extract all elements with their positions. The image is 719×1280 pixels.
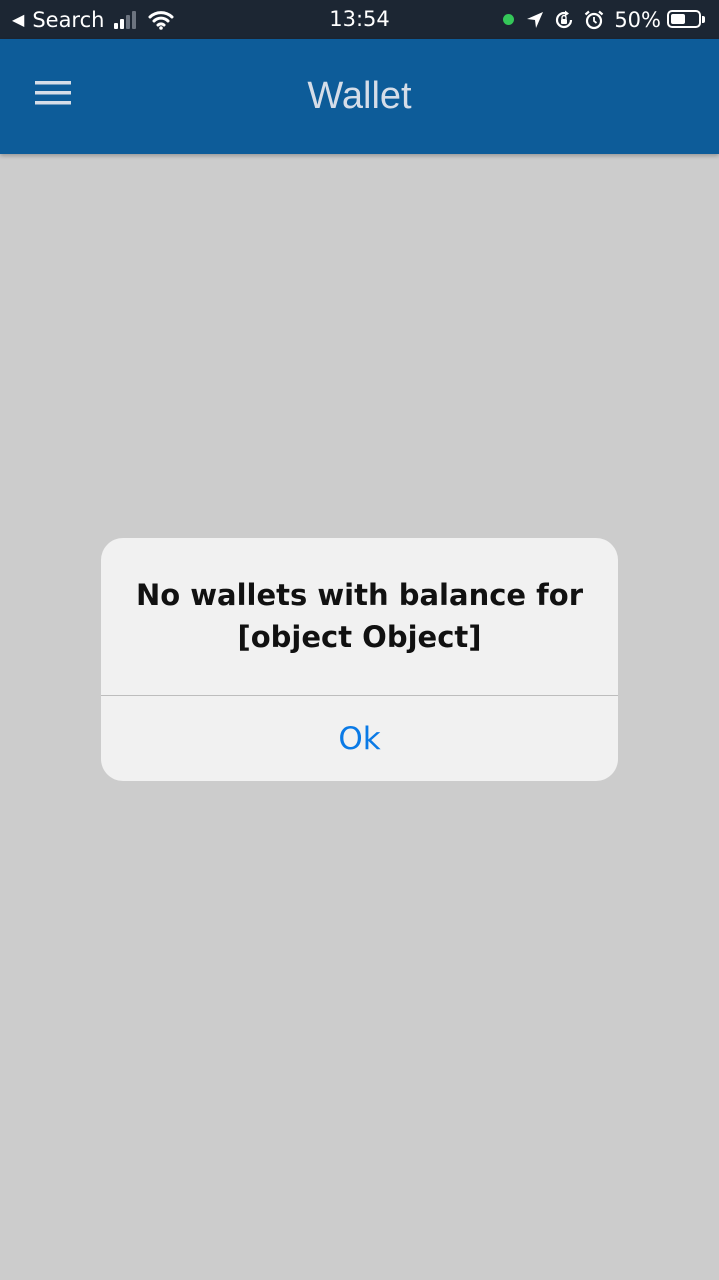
rotation-lock-icon — [554, 10, 574, 30]
status-left: ◀ Search — [12, 0, 174, 39]
wifi-icon — [148, 10, 174, 30]
battery-percent: 50% — [614, 7, 661, 32]
mic-in-use-dot-icon — [503, 14, 515, 25]
ok-button[interactable]: Ok — [101, 696, 618, 781]
alert-message-line-1: No wallets with balance for — [135, 578, 584, 612]
page-title: Wallet — [307, 75, 412, 117]
status-right: 50% — [503, 0, 707, 39]
alarm-icon — [584, 10, 604, 30]
alert-message-line-2: [object Object] — [237, 620, 482, 654]
hamburger-menu-icon — [35, 81, 71, 105]
app-bar: Wallet — [0, 39, 719, 154]
alert-dialog: No wallets with balance for [object Obje… — [101, 538, 618, 781]
cellular-signal-icon — [114, 10, 138, 29]
location-arrow-icon — [526, 11, 544, 29]
back-arrow-icon[interactable]: ◀ — [12, 10, 24, 29]
alert-message: No wallets with balance for [object Obje… — [131, 574, 588, 658]
battery-icon — [667, 9, 707, 30]
status-bar: ◀ Search 13:54 50% — [0, 0, 719, 39]
back-to-app-label[interactable]: Search — [32, 8, 104, 32]
menu-button[interactable] — [30, 70, 76, 116]
